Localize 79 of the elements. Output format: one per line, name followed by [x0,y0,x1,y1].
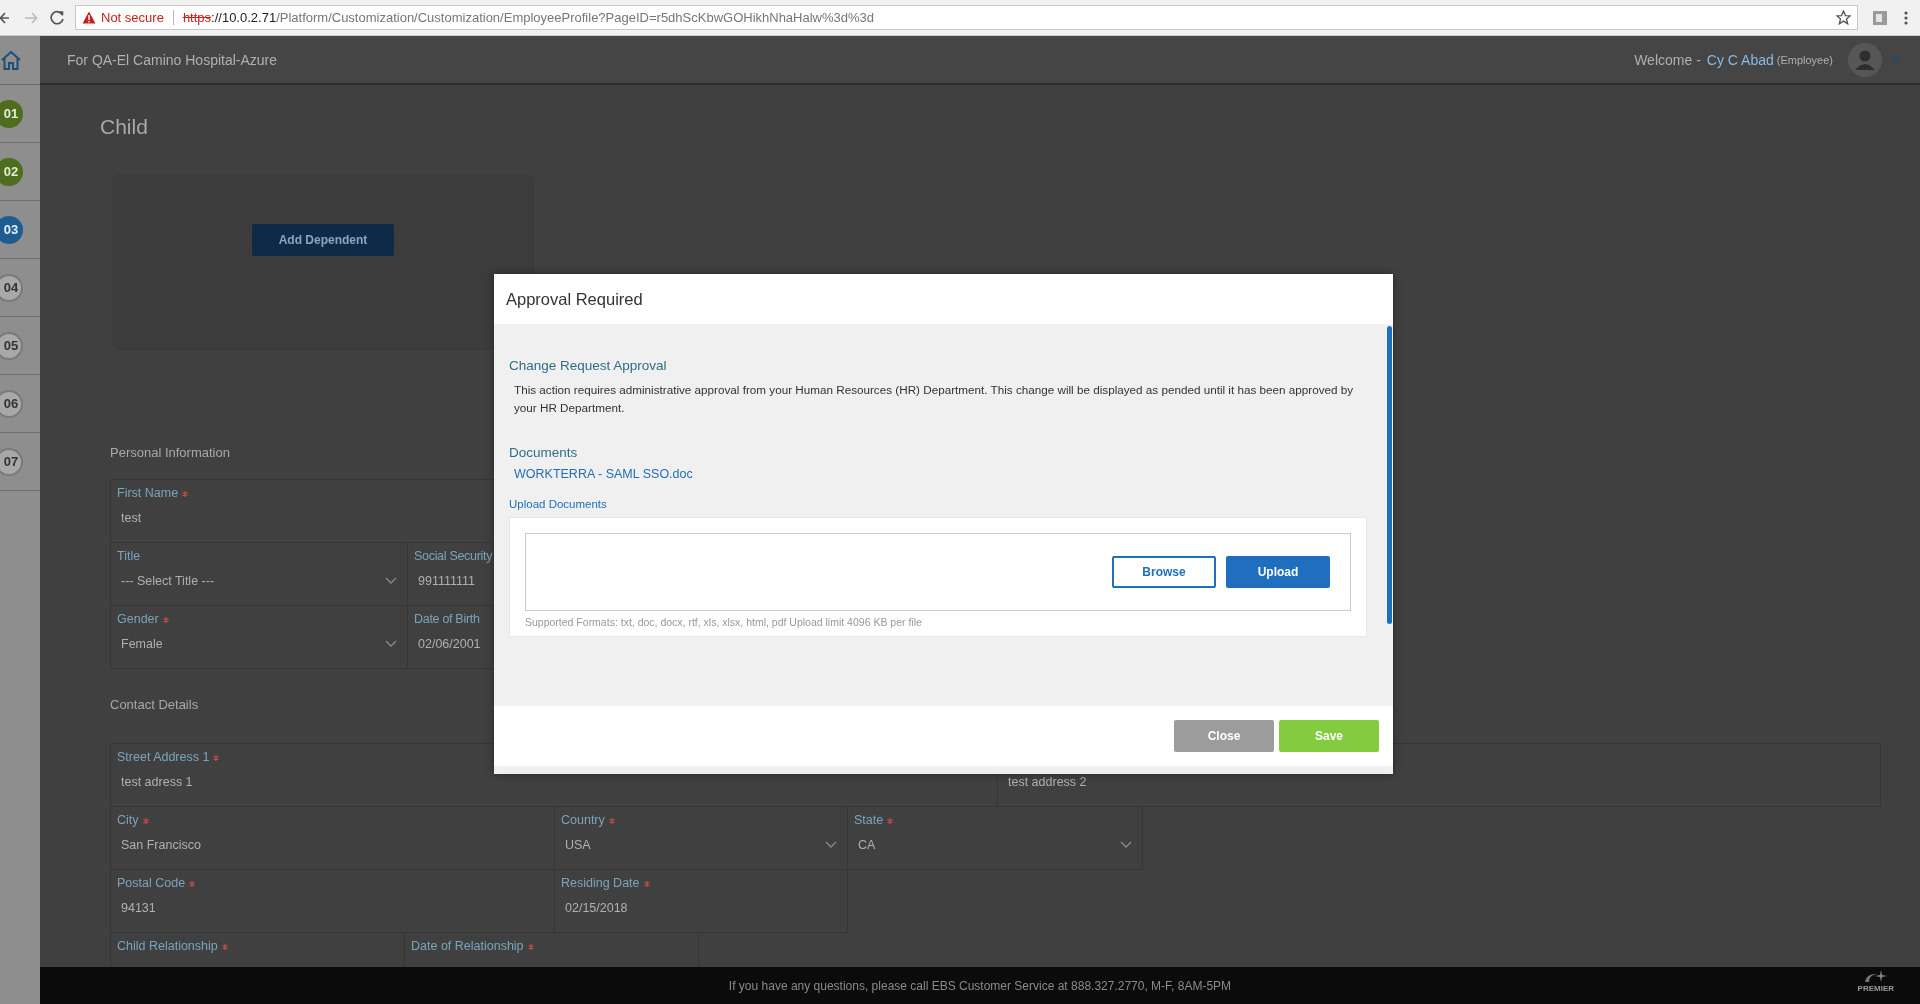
forward-icon[interactable] [24,10,38,25]
step-circle[interactable]: 05 [0,331,23,360]
required-icon [162,616,169,623]
drop-zone[interactable]: Browse Upload [525,533,1351,611]
home-icon[interactable] [1,50,21,70]
back-icon[interactable] [0,10,10,25]
section-title: Personal Information [110,445,230,462]
field-label: Title [117,549,141,564]
input-field[interactable]: 991111111 [414,569,479,588]
chevron-down-icon [385,640,397,648]
footer-text: If you have any questions, please call EBS Customer Service at 888.327.2770, M-F, 8AM-5PM [728,978,1232,993]
field-label: City [117,813,149,828]
required-icon [527,943,534,950]
address-bar[interactable]: Not secure https://10.0.2.71/Platform/Customization/Customization/EmployeeProfile?PageID=r5dhScKbwGOHikhNhaHalw%3d%3d [75,5,1858,30]
reload-icon[interactable] [50,10,65,25]
chevron-down-icon [1120,841,1132,849]
required-icon [608,817,615,824]
select-field[interactable]: USA [561,833,841,852]
required-icon [213,754,220,761]
field-label: Residing Date [561,876,650,891]
step-circle[interactable]: 07 [0,447,23,476]
required-icon [221,943,228,950]
browse-button[interactable]: Browse [1112,556,1216,588]
field-label: First Name [117,486,189,501]
formats-hint: Supported Formats: txt, doc, docx, rtf, xls, xlsx, html, pdf Upload limit 4096 KB per file [525,616,923,628]
field-label: State [854,813,894,828]
upload-heading: Upload Documents [509,498,608,510]
field-label: Gender [117,612,169,627]
field-label: Child Relationship [117,939,228,954]
required-icon [182,490,189,497]
field-label: Country [561,813,615,828]
field-label: Street Address 1 [117,750,220,765]
section-title: Contact Details [110,696,199,714]
chevron-down-icon [385,577,397,585]
required-icon [643,880,650,887]
step-circle[interactable]: 01 [0,99,23,128]
select-field[interactable]: CA [854,833,1136,852]
input-field[interactable]: test adress 1 [117,770,197,789]
select-field[interactable]: Female [117,632,401,651]
document-link[interactable]: WORKTERRA - SAML SSO.doc [514,467,693,481]
add-dependent-button[interactable]: Add Dependent [252,224,394,256]
step-circle[interactable]: 06 [0,389,23,418]
input-field[interactable]: 94131 [117,896,160,915]
field-label: Social Security [414,549,493,564]
step-circle[interactable]: 03 [0,215,23,244]
required-icon [142,817,149,824]
scrollbar-thumb[interactable] [1387,326,1392,624]
extension-icon[interactable] [1872,9,1888,26]
hospital-title: For QA-El Camino Hospital-Azure [67,51,279,68]
upload-button[interactable]: Upload [1226,556,1330,588]
field-label: Postal Code [117,876,196,891]
user-link[interactable]: Cy C Abad [1706,51,1774,68]
logo-text: PREMIER [1857,984,1894,993]
security-text: Not secure [101,10,164,25]
section-heading: Documents [509,445,579,460]
page-title: Child [100,114,148,140]
star-icon[interactable] [1836,10,1851,25]
menu-icon[interactable] [1904,10,1908,25]
warning-icon [82,11,96,24]
url-text: https://10.0.2.71/Platform/Customization/Customization/EmployeeProfile?PageID=r5dhScKbwGOHikhNhaHalw%3d%3d [182,10,876,25]
input-field[interactable]: 02/15/2018 [561,896,632,915]
input-field[interactable]: San Francisco [117,833,205,852]
welcome-text: Welcome - [1634,51,1701,68]
field-label: Date of Relationship [411,939,534,954]
select-field[interactable]: --- Select Title --- [117,569,401,588]
step-circle[interactable]: 04 [0,273,23,302]
input-field[interactable]: test address 2 [1004,770,1091,789]
section-heading: Change Request Approval [509,358,668,373]
required-icon [887,817,894,824]
step-circle[interactable]: 02 [0,157,23,186]
required-icon [189,880,196,887]
role-text: (Employee) [1776,53,1833,66]
field-label: Date of Birth [414,612,480,627]
close-button[interactable]: Close [1174,720,1274,752]
input-field[interactable]: 02/06/2001 [414,632,485,651]
chevron-down-icon [825,841,837,849]
modal-title: Approval Required [505,288,644,310]
input-field[interactable]: test [117,506,146,525]
approval-message: This action requires administrative approval from your Human Resources (HR) Department. This change will be displayed as pended until it has been approved by your HR Department. [514,382,1355,416]
